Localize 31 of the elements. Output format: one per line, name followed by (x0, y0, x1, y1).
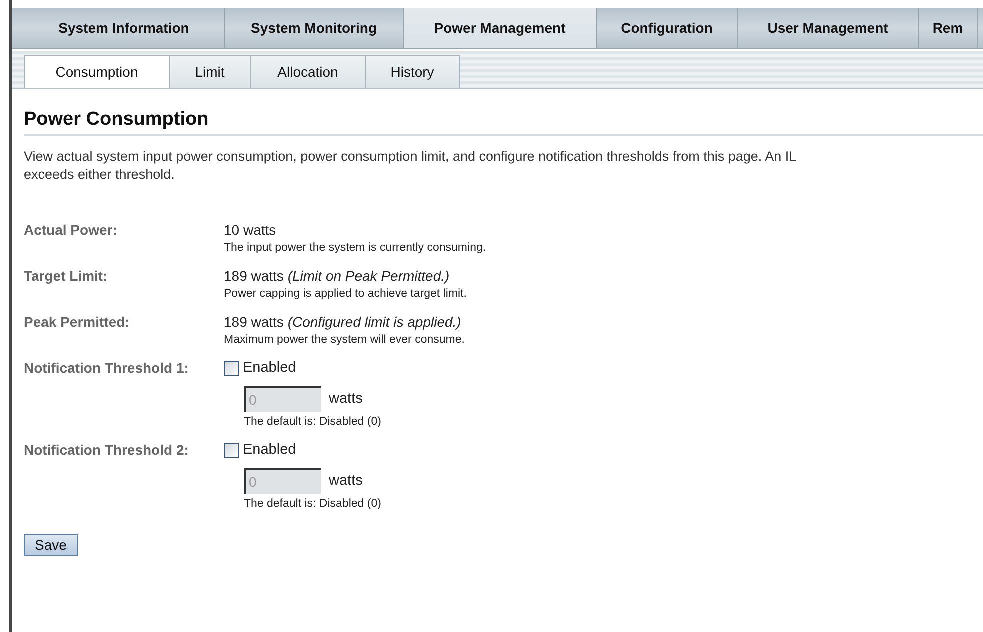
field-label: Notification Threshold 1: (24, 360, 190, 378)
sub-tab[interactable]: History (365, 55, 460, 88)
field-label: Target Limit: (24, 268, 109, 286)
sub-tab[interactable]: Allocation (250, 55, 366, 88)
field-label: Actual Power: (24, 222, 118, 240)
field-label: Peak Permitted: (24, 314, 131, 332)
unit-label: watts (329, 473, 363, 489)
page-description: View actual system input power consumption, power consumption limit, and configure notification thresholds from this page. An IL exceeds either threshold. (24, 148, 798, 184)
page-heading: Power Consumption (24, 109, 983, 136)
enabled-checkbox[interactable] (224, 360, 239, 376)
field-value: 189 watts (Configured limit is applied.) (224, 314, 462, 330)
save-button[interactable]: Save (24, 534, 78, 556)
field-value: 189 watts (Limit on Peak Permitted.) (224, 268, 451, 284)
main-tab[interactable]: System Information (24, 8, 225, 48)
unit-label: watts (329, 391, 363, 407)
field-label: Notification Threshold 2: (24, 442, 190, 460)
field-value: 10 watts (224, 222, 278, 238)
main-tab[interactable]: Power Management (404, 8, 597, 48)
sub-tab[interactable]: Consumption (24, 55, 170, 88)
field-hint: Power capping is applied to achieve target limit. (224, 288, 468, 300)
sub-tab[interactable]: Limit (169, 55, 251, 88)
field-hint: The default is: Disabled (0) (244, 498, 382, 510)
main-tab[interactable]: Configuration (597, 8, 738, 48)
field-hint: The default is: Disabled (0) (244, 416, 382, 428)
field-hint: Maximum power the system will ever consume. (224, 334, 466, 346)
checkbox-label: Enabled (243, 360, 296, 376)
main-tab[interactable]: Rem (919, 8, 978, 48)
checkbox-label: Enabled (243, 442, 296, 458)
enabled-checkbox[interactable] (224, 442, 239, 458)
field-hint: The input power the system is currently consuming. (224, 242, 488, 254)
main-tab[interactable]: User Management (738, 8, 919, 48)
